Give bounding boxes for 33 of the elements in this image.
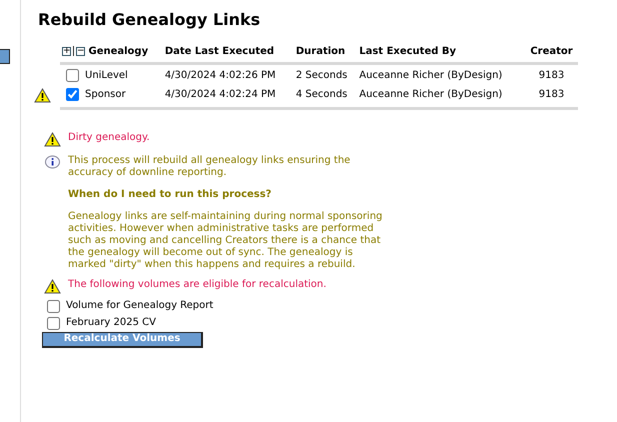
table-cell: UniLevel [85, 70, 128, 82]
message-heading: When do I need to run this process? [68, 188, 272, 201]
collapse-all-button[interactable]: − [76, 46, 85, 56]
table-cell: Auceanne Richer (ByDesign) [359, 70, 502, 81]
message-detail: Genealogy links are self-maintaining during normal sponsoring activities. However when administrative tasks are performed such as moving and cancelling Creators there is a chance that the genealogy will become out of sync. The genealogy is marked "dirty" when this happens and requires a rebuild. [68, 210, 384, 271]
volume-checkbox[interactable] [47, 316, 60, 330]
volume-checkbox[interactable] [47, 300, 60, 313]
info-icon [44, 154, 61, 170]
column-header: Creator [530, 46, 573, 58]
column-header: Duration [296, 46, 346, 58]
row-checkbox[interactable] [66, 88, 79, 102]
volume-label: February 2025 CV [66, 317, 156, 330]
table-cell: 4/30/2024 4:02:26 PM [164, 70, 276, 81]
column-header: Date Last Executed [164, 46, 274, 58]
warning-icon [44, 278, 61, 294]
side-button[interactable] [0, 49, 10, 64]
volume-label: Volume for Genealogy Report [66, 300, 214, 312]
table-cell: 9183 [538, 89, 564, 100]
message-text: This process will rebuild all genealogy links ensuring the accuracy of downline reporting. [68, 154, 352, 179]
table-cell: 2 Seconds [296, 70, 348, 81]
table-cell: Auceanne Richer (ByDesign) [359, 89, 502, 100]
warning-icon [44, 132, 61, 147]
message-text: Dirty genealogy. [68, 132, 150, 144]
row-checkbox[interactable] [66, 69, 79, 82]
table-cell: 4 Seconds [296, 89, 348, 100]
expand-all-button[interactable]: + [62, 46, 71, 56]
column-header: Last Executed By [359, 46, 456, 58]
table-cell: 4/30/2024 4:02:24 PM [164, 89, 276, 100]
table-cell: Sponsor [85, 90, 126, 101]
page-title: Rebuild Genealogy Links [38, 10, 262, 30]
table-cell: 9183 [538, 70, 564, 81]
column-header: Genealogy [88, 46, 148, 58]
message-text: The following volumes are eligible for recalculation. [68, 278, 326, 291]
